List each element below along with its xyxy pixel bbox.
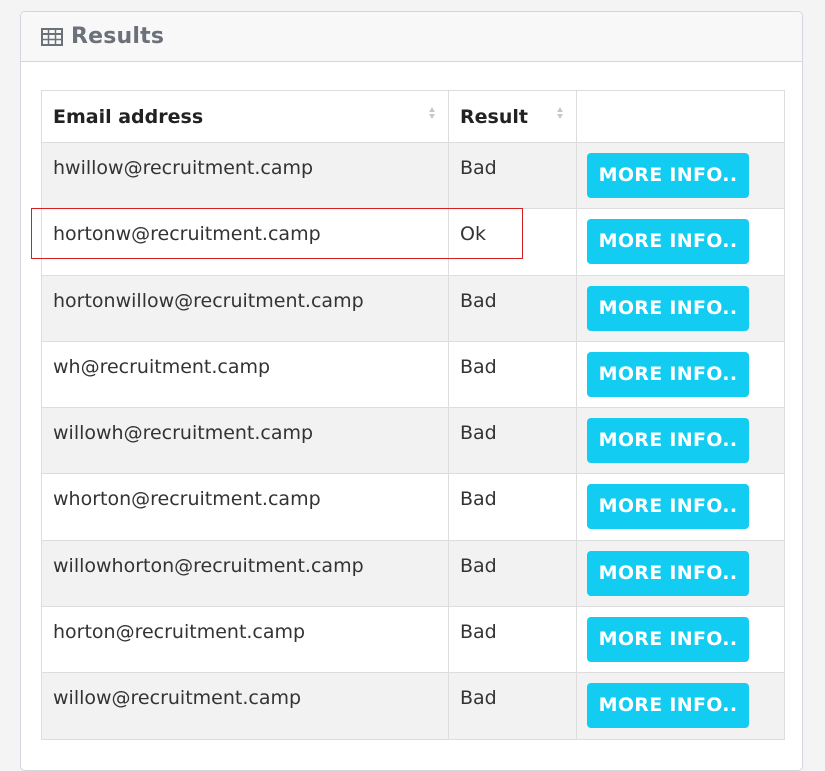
- action-cell: MORE INFO..: [576, 141, 785, 210]
- email-cell: hortonwillow@recruitment.camp: [41, 274, 449, 342]
- panel-header: Results: [21, 12, 802, 62]
- table-row: wh@recruitment.camp Bad MORE INFO..: [41, 340, 785, 409]
- column-header-email[interactable]: Email address: [41, 90, 449, 143]
- more-info-button[interactable]: MORE INFO..: [587, 418, 749, 464]
- result-cell: Bad: [448, 473, 577, 541]
- result-cell: Bad: [448, 539, 577, 608]
- table-row: hortonwillow@recruitment.camp Bad MORE I…: [41, 274, 785, 342]
- table-row: willowh@recruitment.camp Bad MORE INFO..: [41, 407, 785, 475]
- table-row: hwillow@recruitment.camp Bad MORE INFO..: [41, 141, 785, 210]
- more-info-button[interactable]: MORE INFO..: [587, 484, 749, 530]
- column-header-email-label: Email address: [53, 105, 204, 128]
- table-row: horton@recruitment.camp Bad MORE INFO..: [41, 606, 785, 674]
- result-cell: Bad: [448, 340, 577, 409]
- sort-icon[interactable]: [429, 107, 435, 119]
- result-cell: Bad: [448, 141, 577, 210]
- more-info-button[interactable]: MORE INFO..: [587, 285, 749, 331]
- email-cell: whorton@recruitment.camp: [41, 473, 449, 541]
- action-cell: MORE INFO..: [576, 340, 785, 409]
- table-row: willowhorton@recruitment.camp Bad MORE I…: [41, 539, 785, 608]
- more-info-button[interactable]: MORE INFO..: [587, 550, 749, 596]
- action-cell: MORE INFO..: [576, 208, 785, 276]
- more-info-button[interactable]: MORE INFO..: [587, 617, 749, 663]
- action-cell: MORE INFO..: [576, 274, 785, 342]
- column-header-actions: [576, 90, 785, 143]
- action-cell: MORE INFO..: [576, 473, 785, 541]
- result-cell: Bad: [448, 606, 577, 674]
- action-cell: MORE INFO..: [576, 407, 785, 475]
- table-row: willow@recruitment.camp Bad MORE INFO..: [41, 672, 785, 740]
- result-cell: Bad: [448, 274, 577, 342]
- email-cell: willow@recruitment.camp: [41, 672, 449, 740]
- column-header-result-label: Result: [460, 105, 528, 128]
- sort-icon[interactable]: [557, 107, 563, 119]
- action-cell: MORE INFO..: [576, 539, 785, 608]
- result-cell: Ok: [448, 208, 577, 276]
- email-cell: hortonw@recruitment.camp: [41, 208, 449, 276]
- more-info-button[interactable]: MORE INFO..: [587, 351, 749, 397]
- results-table: Email address Result hwillow@recruitment…: [41, 90, 785, 740]
- column-header-result[interactable]: Result: [448, 90, 577, 143]
- email-cell: wh@recruitment.camp: [41, 340, 449, 409]
- email-cell: horton@recruitment.camp: [41, 606, 449, 674]
- more-info-button[interactable]: MORE INFO..: [587, 153, 749, 198]
- table-row: whorton@recruitment.camp Bad MORE INFO..: [41, 473, 785, 541]
- result-cell: Bad: [448, 672, 577, 740]
- table-row: hortonw@recruitment.camp Ok MORE INFO..: [41, 208, 785, 276]
- email-cell: hwillow@recruitment.camp: [41, 141, 449, 210]
- action-cell: MORE INFO..: [576, 672, 785, 740]
- table-header-row: Email address Result: [41, 90, 785, 143]
- email-cell: willowh@recruitment.camp: [41, 407, 449, 475]
- result-cell: Bad: [448, 407, 577, 475]
- action-cell: MORE INFO..: [576, 606, 785, 674]
- more-info-button[interactable]: MORE INFO..: [587, 219, 749, 265]
- table-icon: [41, 27, 63, 46]
- panel-title: Results: [71, 24, 165, 49]
- email-cell: willowhorton@recruitment.camp: [41, 539, 449, 608]
- more-info-button[interactable]: MORE INFO..: [587, 683, 749, 729]
